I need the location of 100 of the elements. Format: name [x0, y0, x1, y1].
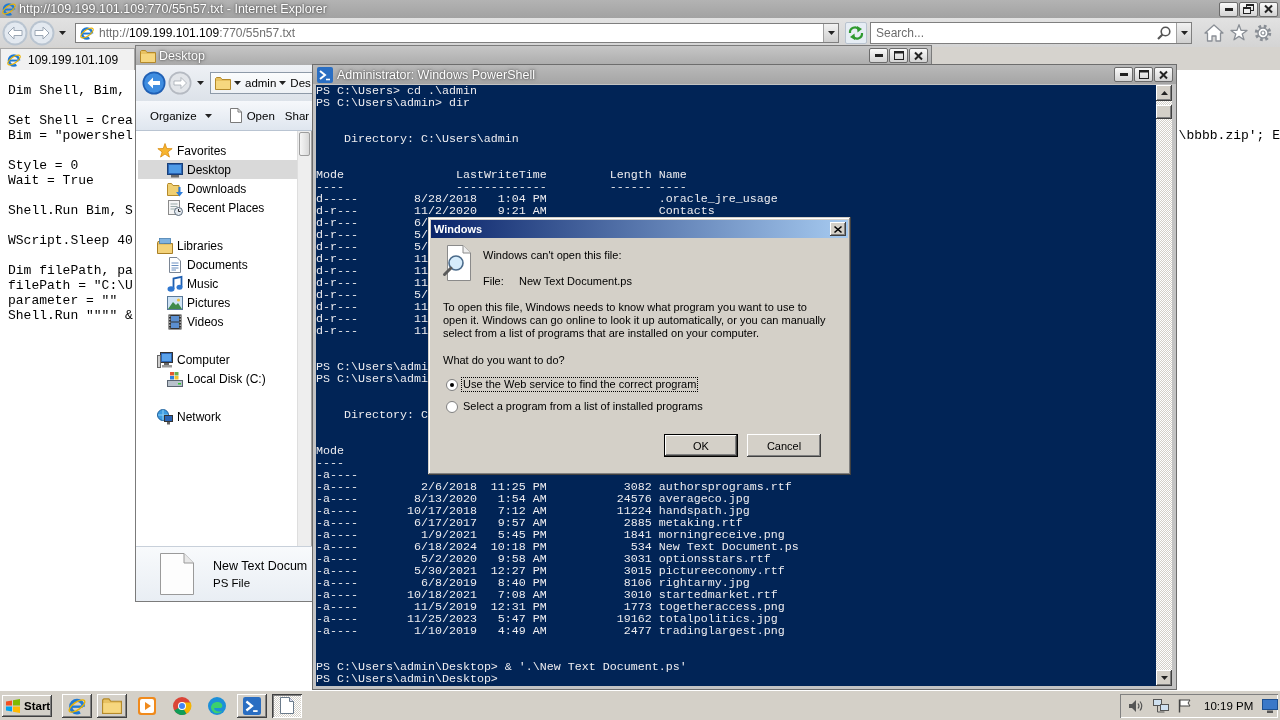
dialog-button[interactable]: Cancel: [747, 434, 821, 457]
console-line: -a---- 6/8/2019 8:40 PM 8106 rightarmy.jpg: [316, 576, 750, 590]
home-icon[interactable]: [1204, 23, 1224, 42]
console-line: -a---- 6/18/2024 10:18 PM 534 New Text Document.ps: [316, 540, 799, 554]
search-input[interactable]: Search...: [876, 23, 1152, 42]
scrollbar[interactable]: [1156, 85, 1172, 686]
console-line: d-r--- 6/: [316, 216, 428, 230]
console-line: d-r--- 11: [316, 252, 428, 266]
nav-item[interactable]: Pictures: [138, 293, 297, 312]
code-line: WScript.Sleep 40: [8, 233, 133, 248]
nav-item[interactable]: Downloads: [138, 179, 297, 198]
address-field[interactable]: admin Des: [210, 72, 313, 94]
play-icon: [138, 696, 156, 715]
windows-flag-icon: [5, 698, 21, 713]
scroll-up-button[interactable]: [1156, 85, 1172, 101]
close-icon: [834, 225, 842, 233]
nav-item[interactable]: Network: [138, 407, 297, 426]
start-button[interactable]: Start: [2, 694, 52, 717]
maximize-button[interactable]: [889, 48, 908, 63]
code-line: Wait = True: [8, 173, 94, 188]
toolbar-button[interactable]: Shar: [280, 106, 314, 125]
scrollbar-thumb[interactable]: [1156, 105, 1172, 119]
maximize-button[interactable]: [1134, 67, 1153, 82]
nav-item[interactable]: Recent Places: [138, 198, 297, 217]
scroll-down-button[interactable]: [1156, 670, 1172, 686]
up-arrow-icon: [1160, 91, 1168, 95]
nav-item[interactable]: Favorites: [138, 141, 297, 160]
clock: 10:19 PM: [1204, 699, 1254, 712]
restore-button[interactable]: [1239, 1, 1258, 17]
caret-icon[interactable]: [197, 81, 204, 85]
refresh-icon: [847, 24, 865, 41]
console-line: -a---- 11/25/2023 5:47 PM 19162 totalpolitics.jpg: [316, 612, 778, 626]
description-text: To open this file, Windows needs to know what program you want to use to open it. Windows can go online to look it up automatically, or you can manually select from a list of programs that are installed on your computer.: [443, 301, 827, 340]
close-button[interactable]: [1154, 67, 1173, 82]
taskbar-button[interactable]: [62, 693, 92, 718]
console-line: -a---- 5/30/2021 12:27 PM 3015 pictureeconomy.rtf: [316, 564, 785, 578]
network-icon[interactable]: [1153, 698, 1169, 713]
close-button[interactable]: [909, 48, 928, 63]
minimize-icon: [874, 54, 883, 57]
nav-item[interactable]: Desktop: [138, 160, 297, 179]
console-line: PS C:\Users\admin\Desktop> & '.\New Text Document.ps': [316, 660, 687, 674]
minimize-button[interactable]: [869, 48, 888, 63]
console-line: d-r--- 11: [316, 312, 428, 326]
swirl-logo-icon: [208, 696, 226, 715]
e-logo-icon: [6, 51, 22, 68]
document-icon: [229, 108, 242, 123]
console-line: d-r--- 5/: [316, 240, 428, 254]
settings-icon[interactable]: [1254, 23, 1272, 42]
console-line: -a---- 1/10/2019 4:49 AM 2477 tradinglargest.png: [316, 624, 785, 638]
dropdown-button[interactable]: [823, 23, 838, 42]
scrollbar[interactable]: [297, 131, 312, 546]
search-field[interactable]: Search...: [870, 21, 1192, 44]
nav-item[interactable]: Local Disk (C:): [138, 369, 297, 388]
drive-icon: [167, 370, 183, 387]
scrollbar-thumb[interactable]: [299, 132, 310, 156]
console-line: d----- 8/28/2018 1:04 PM .oracle_jre_usage: [316, 192, 778, 206]
dialog-button[interactable]: OK: [664, 434, 738, 457]
dialog-heading: Windows can't open this file:: [483, 249, 623, 262]
close-icon: [914, 51, 923, 60]
toolbar-button[interactable]: Organize: [146, 106, 216, 125]
console-line: PS C:\Users\admin\Desktop>: [316, 672, 498, 686]
radio-option[interactable]: Use the Web service to find the correct program: [446, 377, 698, 392]
close-button[interactable]: [1259, 1, 1278, 17]
toolbar-button[interactable]: Open: [225, 105, 279, 126]
document-icon: [167, 256, 183, 273]
monitor-icon: [167, 161, 183, 178]
console-line: d-r--- 11: [316, 276, 428, 290]
search-icon[interactable]: [1157, 25, 1171, 40]
breadcrumb-item[interactable]: Des: [290, 77, 311, 89]
minimize-button[interactable]: [1114, 67, 1133, 82]
taskbar-button[interactable]: [237, 693, 267, 718]
radio-option[interactable]: Select a program from a list of installed programs: [446, 399, 704, 414]
nav-item[interactable]: Music: [138, 274, 297, 293]
star-icon[interactable]: [1230, 23, 1248, 42]
flag-icon[interactable]: [1178, 698, 1191, 713]
nav-item[interactable]: Computer: [138, 350, 297, 369]
document-clock-icon: [167, 199, 183, 216]
file-search-icon: [443, 245, 471, 281]
nav-item[interactable]: Documents: [138, 255, 297, 274]
taskbar-button[interactable]: [272, 693, 302, 718]
monitor-icon[interactable]: [1262, 698, 1279, 713]
close-button[interactable]: [830, 222, 846, 236]
nav-item[interactable]: Videos: [138, 312, 297, 331]
back-icon[interactable]: [142, 71, 166, 95]
browser-tab[interactable]: 109.199.101.109: [0, 48, 135, 70]
speaker-icon[interactable]: [1128, 698, 1144, 713]
console-line: PS C:\Users\admin> dir: [316, 96, 470, 110]
minimize-button[interactable]: [1219, 1, 1238, 17]
breadcrumb-item[interactable]: admin: [245, 77, 277, 89]
address-field[interactable]: http://109.199.101.109:770/55n57.txt: [75, 22, 839, 43]
minimize-icon: [1119, 73, 1128, 76]
caret-icon: [204, 113, 212, 118]
nav-item[interactable]: Libraries: [138, 236, 297, 255]
taskbar-button[interactable]: [97, 693, 127, 718]
dropdown-button[interactable]: [1176, 22, 1191, 43]
maximize-icon: [893, 51, 904, 60]
caret-icon[interactable]: [59, 30, 66, 35]
file-type: PS File: [213, 577, 252, 589]
console-line: -a---- 1/9/2021 5:45 PM 1841 morningreceive.png: [316, 528, 785, 542]
code-line: filePath = "C:\U: [8, 278, 133, 293]
